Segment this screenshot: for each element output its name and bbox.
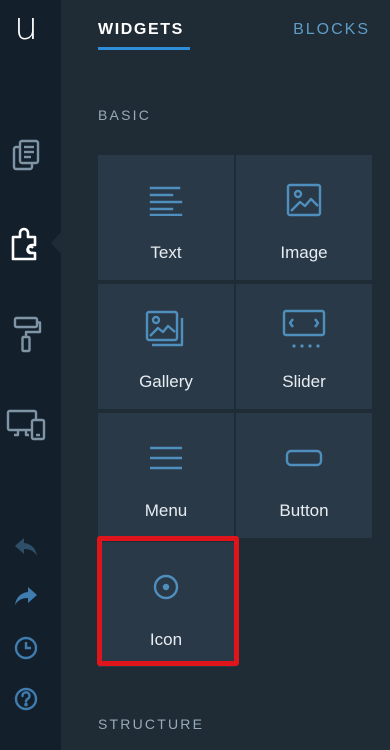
widget-tile-text[interactable]: Text: [98, 155, 234, 280]
widget-label: Slider: [282, 372, 326, 391]
clock-icon: [13, 635, 39, 666]
style-tool-button[interactable]: [0, 308, 52, 360]
widget-label: Text: [150, 243, 182, 262]
help-icon: [13, 686, 39, 717]
tab-blocks[interactable]: BLOCKS: [293, 21, 370, 39]
widget-label: Button: [279, 501, 329, 520]
widget-label: Icon: [149, 630, 183, 649]
menu-icon: [98, 439, 234, 477]
paint-roller-icon: [9, 314, 43, 354]
widgets-panel: WIDGETS BLOCKS BASIC Text Image Gallery …: [61, 0, 390, 750]
section-label-basic: BASIC: [98, 107, 152, 123]
pages-icon: [9, 138, 43, 172]
active-tab-underline: [98, 47, 190, 50]
gallery-icon: [98, 310, 234, 348]
widget-tile-slider[interactable]: Slider: [236, 284, 372, 409]
undo-icon: [13, 536, 39, 563]
left-toolbar: u: [0, 0, 62, 750]
widget-tile-button[interactable]: Button: [236, 413, 372, 538]
redo-icon: [13, 585, 39, 612]
redo-button[interactable]: [0, 580, 52, 616]
widget-label: Gallery: [139, 372, 193, 391]
widget-tile-gallery[interactable]: Gallery: [98, 284, 234, 409]
history-button[interactable]: [0, 632, 52, 668]
text-align-icon: [98, 181, 234, 219]
widget-label: Image: [280, 243, 328, 262]
widget-tile-icon[interactable]: Icon: [98, 542, 234, 667]
pages-tool-button[interactable]: [0, 129, 52, 181]
image-icon: [236, 181, 372, 219]
undo-button[interactable]: [0, 531, 52, 567]
app-logo: u: [13, 4, 39, 48]
devices-tool-button[interactable]: [0, 398, 52, 450]
target-icon: [98, 568, 234, 606]
tab-widgets[interactable]: WIDGETS: [98, 21, 184, 39]
widget-tile-menu[interactable]: Menu: [98, 413, 234, 538]
widget-tile-image[interactable]: Image: [236, 155, 372, 280]
button-icon: [236, 439, 372, 477]
devices-icon: [5, 407, 47, 441]
widget-label: Menu: [144, 501, 188, 520]
section-label-structure: STRUCTURE: [98, 716, 205, 732]
panel-tabs: WIDGETS BLOCKS: [61, 0, 390, 60]
widgets-tool-button[interactable]: [0, 217, 52, 269]
puzzle-icon: [8, 223, 44, 263]
help-button[interactable]: [0, 683, 52, 719]
slider-icon: [236, 309, 372, 348]
